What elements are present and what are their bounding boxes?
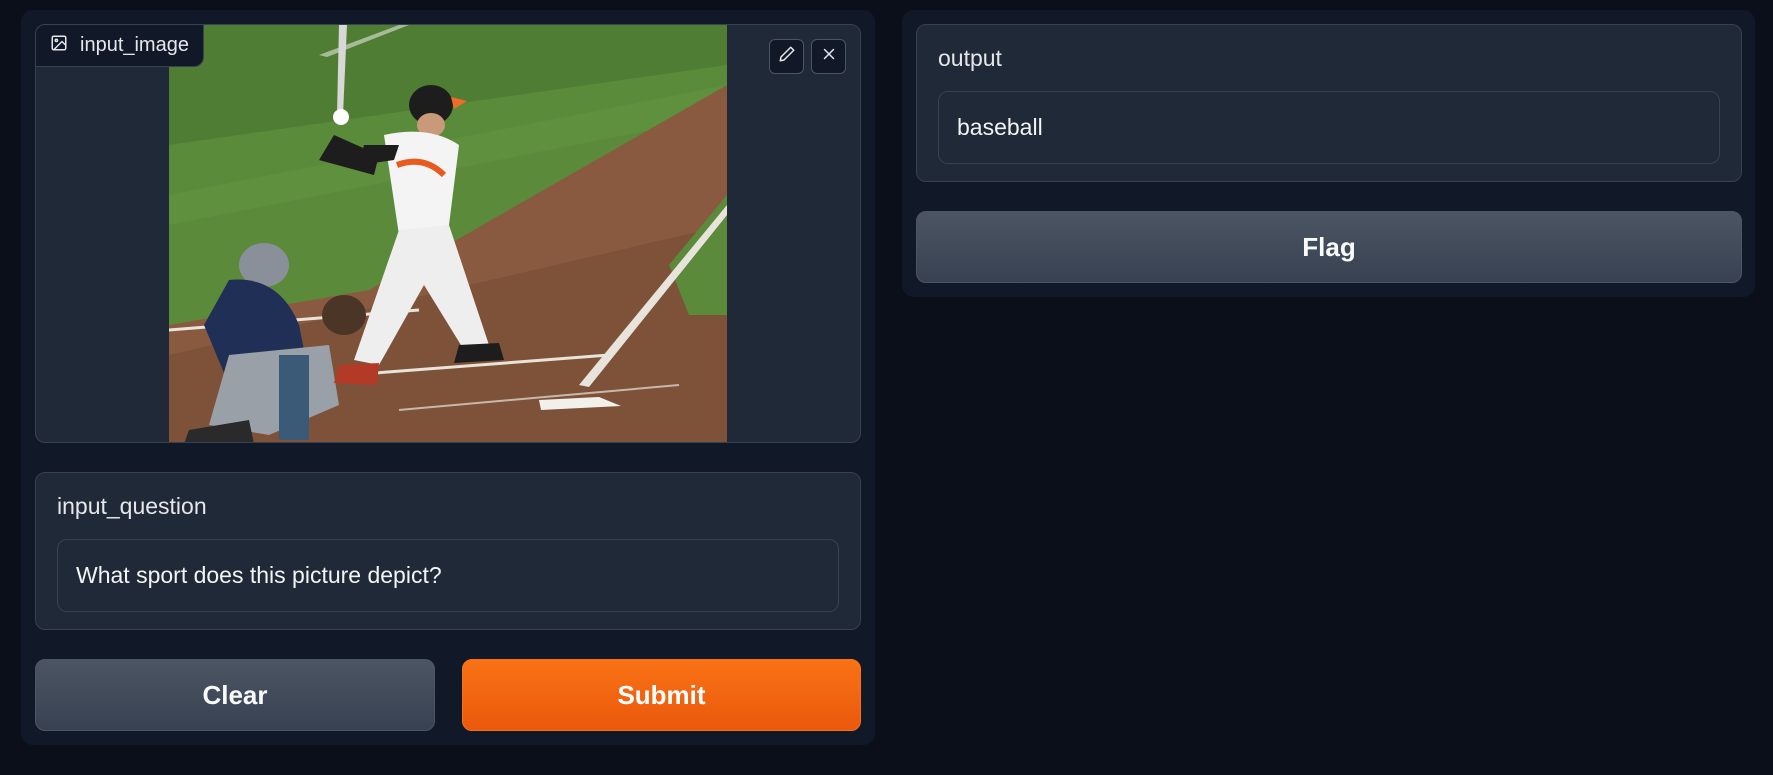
clear-button[interactable]: Clear: [35, 659, 435, 731]
flag-button[interactable]: Flag: [916, 211, 1742, 283]
edit-button[interactable]: [769, 39, 804, 74]
image-label: input_image: [36, 25, 204, 67]
question-input[interactable]: What sport does this picture depict?: [57, 539, 839, 612]
output-textbox[interactable]: baseball: [938, 91, 1720, 164]
question-label: input_question: [57, 493, 207, 519]
output-label: output: [938, 45, 1002, 71]
question-block: input_question What sport does this pict…: [35, 472, 861, 630]
output-block: output baseball: [916, 24, 1742, 182]
uploaded-photo: [169, 25, 727, 442]
clear-image-button[interactable]: [811, 39, 846, 74]
pencil-icon: [778, 45, 796, 68]
image-upload[interactable]: input_image: [35, 24, 861, 443]
output-panel: output baseball Flag: [902, 10, 1755, 297]
input-panel: input_image input_question What sport do…: [21, 10, 875, 745]
submit-button[interactable]: Submit: [462, 659, 861, 731]
image-label-text: input_image: [80, 34, 189, 56]
close-icon: [820, 45, 838, 68]
image-icon: [50, 34, 68, 58]
